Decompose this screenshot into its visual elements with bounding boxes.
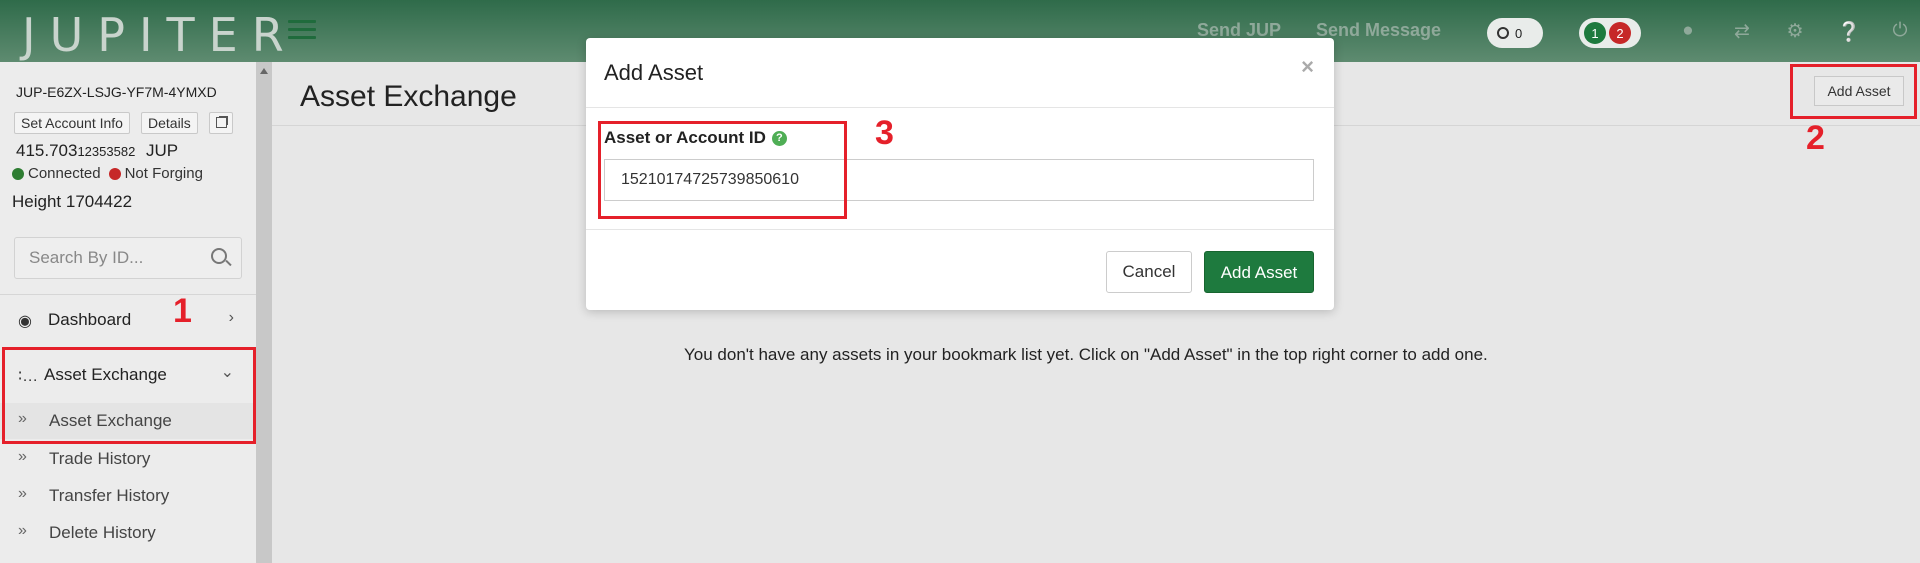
close-icon[interactable]: × — [1301, 54, 1314, 80]
red-badge: 2 — [1609, 22, 1631, 44]
connected-dot-icon — [12, 167, 24, 180]
pending-count: 0 — [1515, 25, 1523, 41]
user-icon[interactable]: ● — [1677, 20, 1699, 42]
page-title: Asset Exchange — [300, 80, 517, 113]
block-height: Height 1704422 — [12, 192, 133, 211]
submit-add-asset-button[interactable]: Add Asset — [1204, 251, 1314, 293]
power-icon[interactable]: ⏻ — [1889, 20, 1911, 42]
app-logo[interactable]: JUPITER — [22, 8, 298, 62]
connected-label: Connected — [28, 165, 101, 182]
modal-footer-divider — [586, 229, 1334, 230]
not-forging-label: Not Forging — [124, 165, 203, 182]
dashboard-gauge-icon: ◉ — [18, 313, 32, 330]
annotation-box-1 — [2, 347, 256, 444]
balance-unit: JUP — [146, 141, 179, 160]
account-balance: 415.70312353582 JUP — [16, 141, 178, 161]
hamburger-menu-icon[interactable] — [288, 20, 316, 40]
green-badge: 1 — [1584, 22, 1606, 44]
modal-title: Add Asset — [604, 60, 704, 85]
sidebar-search-input[interactable]: Search By ID... — [14, 237, 242, 279]
empty-bookmarks-message: You don't have any assets in your bookma… — [684, 345, 1488, 364]
dashboard-label: Dashboard — [48, 310, 132, 329]
modal-header: Add Asset × — [586, 38, 1334, 108]
sidebar-subitem-transfer-history[interactable]: » Transfer History — [0, 478, 256, 514]
account-id[interactable]: JUP-E6ZX-LSJG-YF7M-4YMXD — [16, 84, 217, 100]
search-icon[interactable] — [211, 248, 227, 264]
annotation-box-3 — [598, 121, 847, 219]
subitem-label: Transfer History — [49, 486, 170, 505]
sidebar-subitem-delete-history[interactable]: » Delete History — [0, 515, 256, 551]
search-placeholder: Search By ID... — [29, 248, 144, 267]
balance-decimals: 12353582 — [77, 144, 136, 159]
sidebar-scrollbar[interactable] — [256, 62, 272, 563]
chevron-right-icon: › — [228, 309, 234, 326]
pending-transactions-pill[interactable]: 0 — [1487, 18, 1543, 48]
blocks-badge-pill[interactable]: 1 2 — [1579, 18, 1641, 48]
transfer-arrows-icon[interactable]: ⇄ — [1731, 20, 1753, 43]
double-chevron-icon: » — [18, 485, 27, 502]
send-message-link[interactable]: Send Message — [1316, 20, 1441, 41]
node-status: Connected Not Forging — [12, 165, 203, 182]
subitem-label: Delete History — [49, 523, 156, 542]
annotation-number-2: 2 — [1806, 119, 1825, 157]
double-chevron-icon: » — [18, 522, 27, 539]
copy-icon[interactable] — [209, 112, 233, 134]
details-button[interactable]: Details — [141, 112, 198, 134]
annotation-number-3: 3 — [875, 114, 894, 152]
help-icon[interactable]: ❔ — [1837, 20, 1861, 44]
balance-main: 415.703 — [16, 141, 78, 160]
cancel-button[interactable]: Cancel — [1106, 251, 1192, 293]
not-forging-dot-icon — [108, 167, 121, 180]
circle-icon — [1497, 27, 1509, 39]
gear-icon[interactable]: ⚙ — [1784, 20, 1806, 43]
set-account-info-button[interactable]: Set Account Info — [14, 112, 130, 134]
annotation-number-1: 1 — [173, 292, 192, 330]
subitem-label: Trade History — [49, 449, 151, 468]
sidebar-item-dashboard[interactable]: ◉ Dashboard › — [0, 297, 256, 343]
sidebar-divider — [0, 294, 256, 295]
annotation-box-2 — [1790, 64, 1917, 119]
sidebar-subitem-trade-history[interactable]: » Trade History — [0, 441, 256, 477]
double-chevron-icon: » — [18, 448, 27, 465]
